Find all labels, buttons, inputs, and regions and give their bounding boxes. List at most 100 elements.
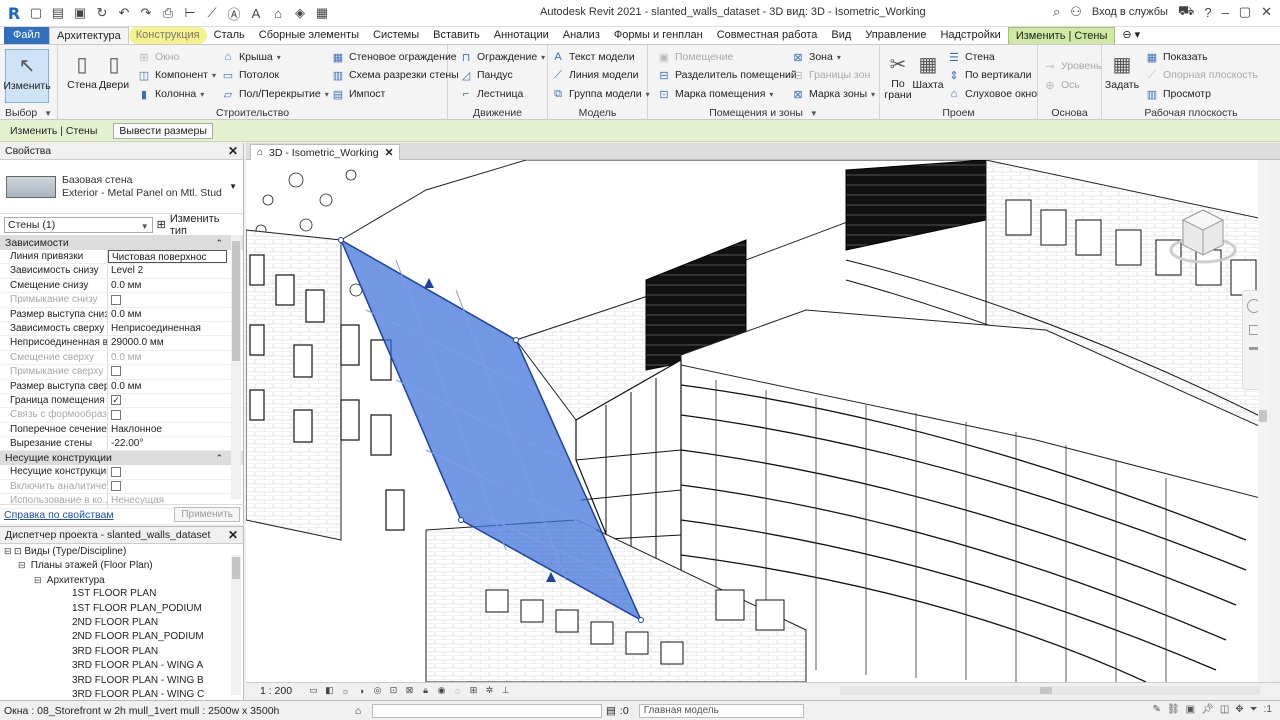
- cart-icon[interactable]: ⛟: [1178, 3, 1194, 21]
- edit-type-button[interactable]: Изменить тип: [170, 213, 239, 237]
- mullion-button[interactable]: ▤ Импост: [330, 85, 386, 103]
- ref-plane-button[interactable]: ⟋ Опорная плоскость: [1144, 66, 1258, 84]
- shadows-icon[interactable]: ◑: [354, 685, 369, 697]
- ramp-button[interactable]: ◿ Пандус: [458, 66, 513, 84]
- crop-icon[interactable]: ⊡: [386, 685, 401, 697]
- list-item[interactable]: 3RD FLOOR PLAN - WING A: [4, 659, 243, 673]
- properties-help-link[interactable]: Справка по свойствам: [4, 509, 114, 521]
- maximize-icon[interactable]: ▢: [1239, 4, 1251, 20]
- close-icon[interactable]: ✕: [228, 527, 238, 543]
- design-options-icon[interactable]: ▤: [606, 705, 616, 717]
- measure-icon[interactable]: ⊢: [180, 3, 200, 23]
- instance-filter-select[interactable]: Стены (1) ▼: [4, 216, 153, 233]
- curtain-grid-button[interactable]: ▥ Схема разрезки стены: [330, 66, 459, 84]
- grid-button[interactable]: ⊕ Ось: [1042, 76, 1080, 94]
- by-face-button[interactable]: ✂ По грани: [882, 49, 914, 103]
- select-pinned-icon[interactable]: 📌︎: [1201, 704, 1214, 715]
- list-item[interactable]: 3RD FLOOR PLAN - WING B: [4, 674, 243, 688]
- tab-structure[interactable]: Конструкция: [128, 27, 207, 44]
- view-tab[interactable]: ⌂ 3D - Isometric_Working ✕: [250, 144, 401, 160]
- list-item[interactable]: 1ST FLOOR PLAN: [4, 587, 243, 601]
- switch-windows-icon[interactable]: ▦: [312, 3, 332, 23]
- room-separator-button[interactable]: ⊟ Разделитель помещений: [656, 66, 796, 84]
- folder-icon[interactable]: ▤: [48, 3, 68, 23]
- tab-file[interactable]: Файл: [4, 27, 50, 44]
- editable-icon[interactable]: ✎: [1153, 704, 1161, 715]
- list-item[interactable]: 2ND FLOOR PLAN_PODIUM: [4, 630, 243, 644]
- area-boundary-button[interactable]: ⊟ Границы зон: [790, 66, 870, 84]
- tab-architecture[interactable]: Архитектура: [49, 27, 129, 44]
- viewport-vscroll[interactable]: [1258, 160, 1268, 682]
- list-item[interactable]: 3RD FLOOR PLAN - WING C: [4, 688, 243, 700]
- open-icon[interactable]: ▢: [26, 3, 46, 23]
- structural-checkbox[interactable]: [111, 466, 121, 477]
- undo-icon[interactable]: ↶: [114, 3, 134, 23]
- property-row[interactable]: Несущие конструкции: [0, 465, 243, 480]
- drag-elements-icon[interactable]: ✥: [1235, 704, 1243, 715]
- roof-button[interactable]: ⌂ Крыша ▾: [220, 48, 281, 66]
- view-scale[interactable]: 1 : 200: [246, 685, 306, 697]
- close-icon[interactable]: ✕: [385, 146, 394, 160]
- tree-node-views[interactable]: ⊟ ⊡ Виды (Type/Discipline): [4, 544, 243, 558]
- redo-icon[interactable]: ↷: [136, 3, 156, 23]
- property-row[interactable]: Неприсоединенная в... 29000.0 мм: [0, 336, 243, 351]
- browser-scrollbar[interactable]: [231, 555, 241, 695]
- model-text-button[interactable]: A Текст модели: [550, 48, 634, 66]
- login-link[interactable]: Вход в службы: [1092, 6, 1168, 18]
- property-row[interactable]: Зависимость сверху Неприсоединенная: [0, 321, 243, 337]
- finish-dimensions-button[interactable]: Вывести размеры: [113, 122, 213, 139]
- model-line-button[interactable]: ⟋ Линия модели: [550, 66, 638, 84]
- lock-icon[interactable]: 🔒︎: [418, 685, 433, 697]
- worksets-icon[interactable]: ⌂: [350, 705, 366, 717]
- analytical-icon[interactable]: ⊞: [466, 685, 481, 697]
- save-icon[interactable]: ▣: [70, 3, 90, 23]
- tab-addins[interactable]: Надстройки: [933, 27, 1007, 44]
- viewport-hscroll[interactable]: [840, 686, 1260, 695]
- window-button[interactable]: ⊞ Окно: [136, 48, 179, 66]
- shaft-button[interactable]: ▦ Шахта: [912, 49, 944, 103]
- user-icon[interactable]: ⚇: [1070, 4, 1082, 20]
- search-icon[interactable]: ⌕: [1053, 4, 1060, 20]
- render-icon[interactable]: ◎: [370, 685, 385, 697]
- group-constraints[interactable]: Зависимости ⌃: [0, 236, 243, 250]
- property-row[interactable]: Смещение снизу 0.0 мм: [0, 278, 243, 294]
- modify-button[interactable]: ↖ Изменить: [3, 49, 51, 103]
- tab-view[interactable]: Вид: [824, 27, 858, 44]
- revit-logo-icon[interactable]: R: [4, 3, 24, 23]
- select-face-icon[interactable]: ◫: [1220, 704, 1229, 715]
- room-bounding-checkbox[interactable]: ✓: [111, 395, 121, 406]
- column-button[interactable]: ▮ Колонна ▾: [136, 85, 204, 103]
- tab-modify-walls[interactable]: Изменить | Стены: [1007, 27, 1116, 44]
- area-button[interactable]: ⊠ Зона ▾: [790, 48, 840, 66]
- select-links-icon[interactable]: ⛓: [1167, 704, 1180, 715]
- door-button[interactable]: ▯ Двери: [98, 49, 130, 103]
- level-button[interactable]: ⊸ Уровень: [1042, 57, 1101, 75]
- property-row[interactable]: Зависимость снизу Level 2: [0, 264, 243, 279]
- property-row[interactable]: Линия привязки Чистовая поверхнос: [0, 250, 243, 265]
- list-item[interactable]: 3RD FLOOR PLAN: [4, 645, 243, 659]
- apply-button[interactable]: Применить: [174, 507, 240, 522]
- visual-style-icon[interactable]: ◧: [322, 685, 337, 697]
- ribbon-options-icon[interactable]: ⊖ ▾: [1115, 27, 1147, 44]
- tree-node-discipline[interactable]: ⊟ Архитектура: [4, 573, 243, 587]
- close-icon[interactable]: ✕: [228, 143, 238, 159]
- sun-path-icon[interactable]: ☼: [338, 685, 353, 697]
- tag-room-button[interactable]: ⊡ Марка помещения ▾: [656, 85, 773, 103]
- component-button[interactable]: ◫ Компонент ▾: [136, 66, 216, 84]
- property-row[interactable]: Размер выступа снизу 0.0 мм: [0, 307, 243, 322]
- model-select[interactable]: Главная модель: [638, 703, 804, 718]
- help-icon[interactable]: ?: [1204, 5, 1211, 20]
- close-icon[interactable]: ✕: [1261, 4, 1272, 20]
- constraints-icon[interactable]: ⊥: [498, 685, 513, 697]
- tab-systems[interactable]: Системы: [366, 27, 426, 44]
- print-icon[interactable]: ⎙: [158, 3, 178, 23]
- 3d-view-icon[interactable]: ⌂: [268, 3, 288, 23]
- reveal-icon[interactable]: ◌: [450, 685, 465, 697]
- crop-region-icon[interactable]: ⊠: [402, 685, 417, 697]
- tab-collaborate[interactable]: Совместная работа: [710, 27, 825, 44]
- group-structural[interactable]: Несущие конструкции ⌃: [0, 451, 243, 466]
- filter-icon[interactable]: ⏷: [1250, 704, 1258, 715]
- vertical-opening-button[interactable]: ⇕ По вертикали: [946, 66, 1031, 84]
- set-work-plane-button[interactable]: ▦ Задать: [1104, 49, 1140, 103]
- floor-button[interactable]: ▱ Пол/Перекрытие ▾: [220, 85, 329, 103]
